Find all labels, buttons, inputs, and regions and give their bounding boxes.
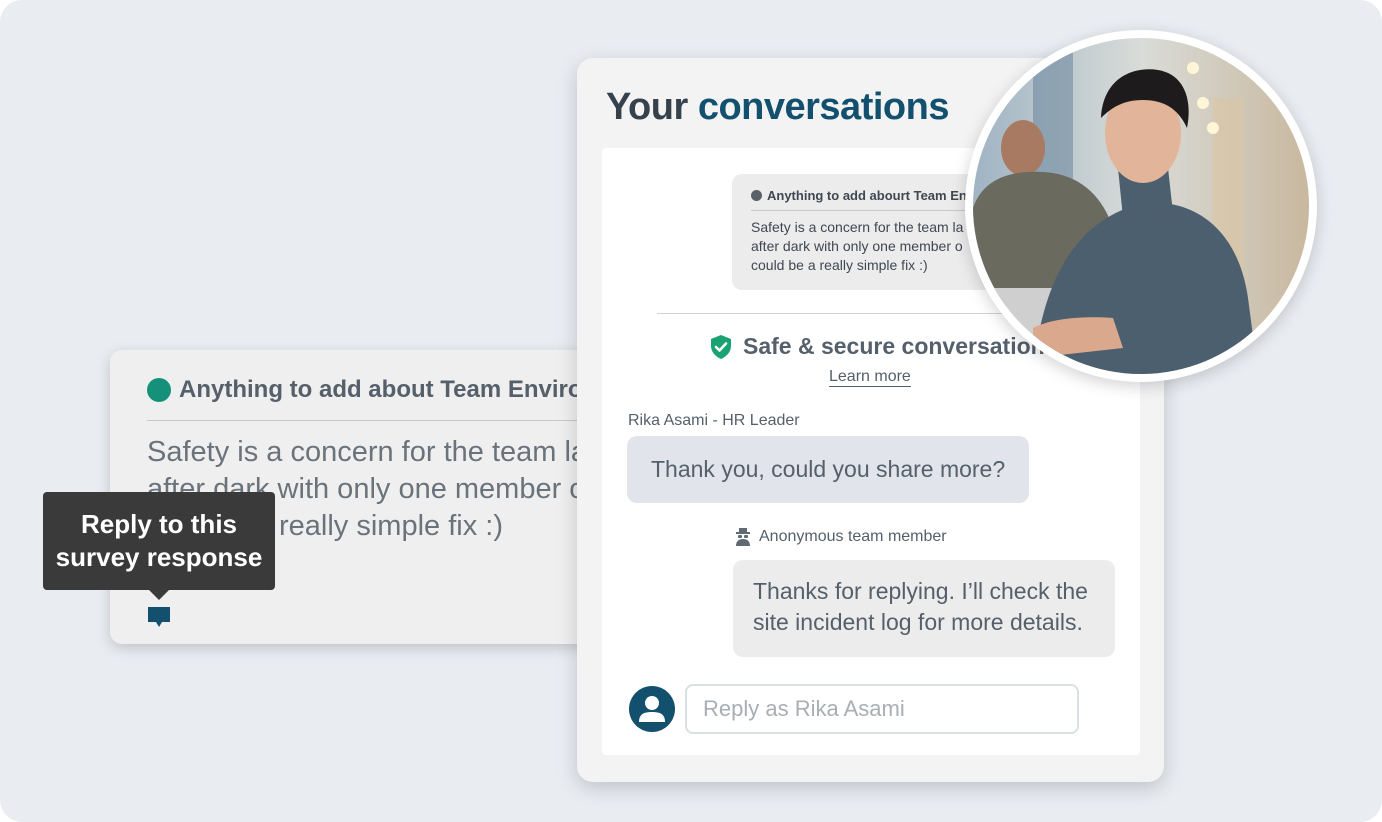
message-bubble: Thanks for replying. I’ll check the site… [733, 560, 1115, 657]
reply-input[interactable] [685, 684, 1079, 734]
reply-tooltip: Reply to this survey response [43, 492, 275, 600]
message-bubble: Thank you, could you share more? [627, 436, 1029, 503]
anonymous-user-icon [736, 528, 750, 546]
quoted-question-text: Anything to add abourt Team Enviro [767, 188, 991, 203]
message-sender: Rika Asami - HR Leader [628, 412, 800, 429]
quoted-answer-line: Safety is a concern for the team la [751, 219, 964, 235]
photo-image [973, 38, 1309, 374]
secure-label: Safe & secure conversations [743, 333, 1058, 359]
tooltip-line: Reply to this [80, 509, 237, 539]
page-background: Anything to add about Team Environ Safet… [0, 0, 1382, 822]
profile-photo [965, 30, 1317, 382]
message-line: Thanks for replying. I’ll check the [753, 578, 1088, 604]
message-line: site incident log for more details. [753, 609, 1083, 635]
learn-more-link[interactable]: Learn more [829, 368, 911, 387]
quoted-question: Anything to add abourt Team Enviro [751, 188, 991, 203]
shield-check-icon [711, 334, 731, 359]
message-sender-text: Anonymous team member [759, 528, 947, 545]
chat-bubble-icon[interactable] [147, 605, 171, 629]
survey-answer-line: Safety is a concern for the team lat [147, 436, 596, 468]
divider [147, 420, 630, 421]
survey-question: Anything to add about Team Environ [147, 376, 630, 404]
page-title: Your conversations [606, 86, 949, 129]
divider [657, 313, 1057, 314]
message-sender: Anonymous team member [735, 528, 947, 546]
tooltip-line: survey response [55, 542, 263, 572]
quoted-answer: Safety is a concern for the team la afte… [751, 218, 963, 275]
title-part: Your [606, 86, 688, 128]
status-dot-icon [147, 378, 171, 402]
survey-question-text: Anything to add about Team Environ [179, 376, 598, 403]
title-part-accent: conversations [697, 86, 950, 128]
user-avatar-icon [629, 686, 675, 732]
quoted-answer-line: after dark with only one member o [751, 238, 963, 254]
quoted-answer-line: could be a really simple fix :) [751, 257, 928, 273]
status-dot-icon [751, 190, 762, 201]
secure-notice: Safe & secure conversations [709, 333, 1057, 360]
